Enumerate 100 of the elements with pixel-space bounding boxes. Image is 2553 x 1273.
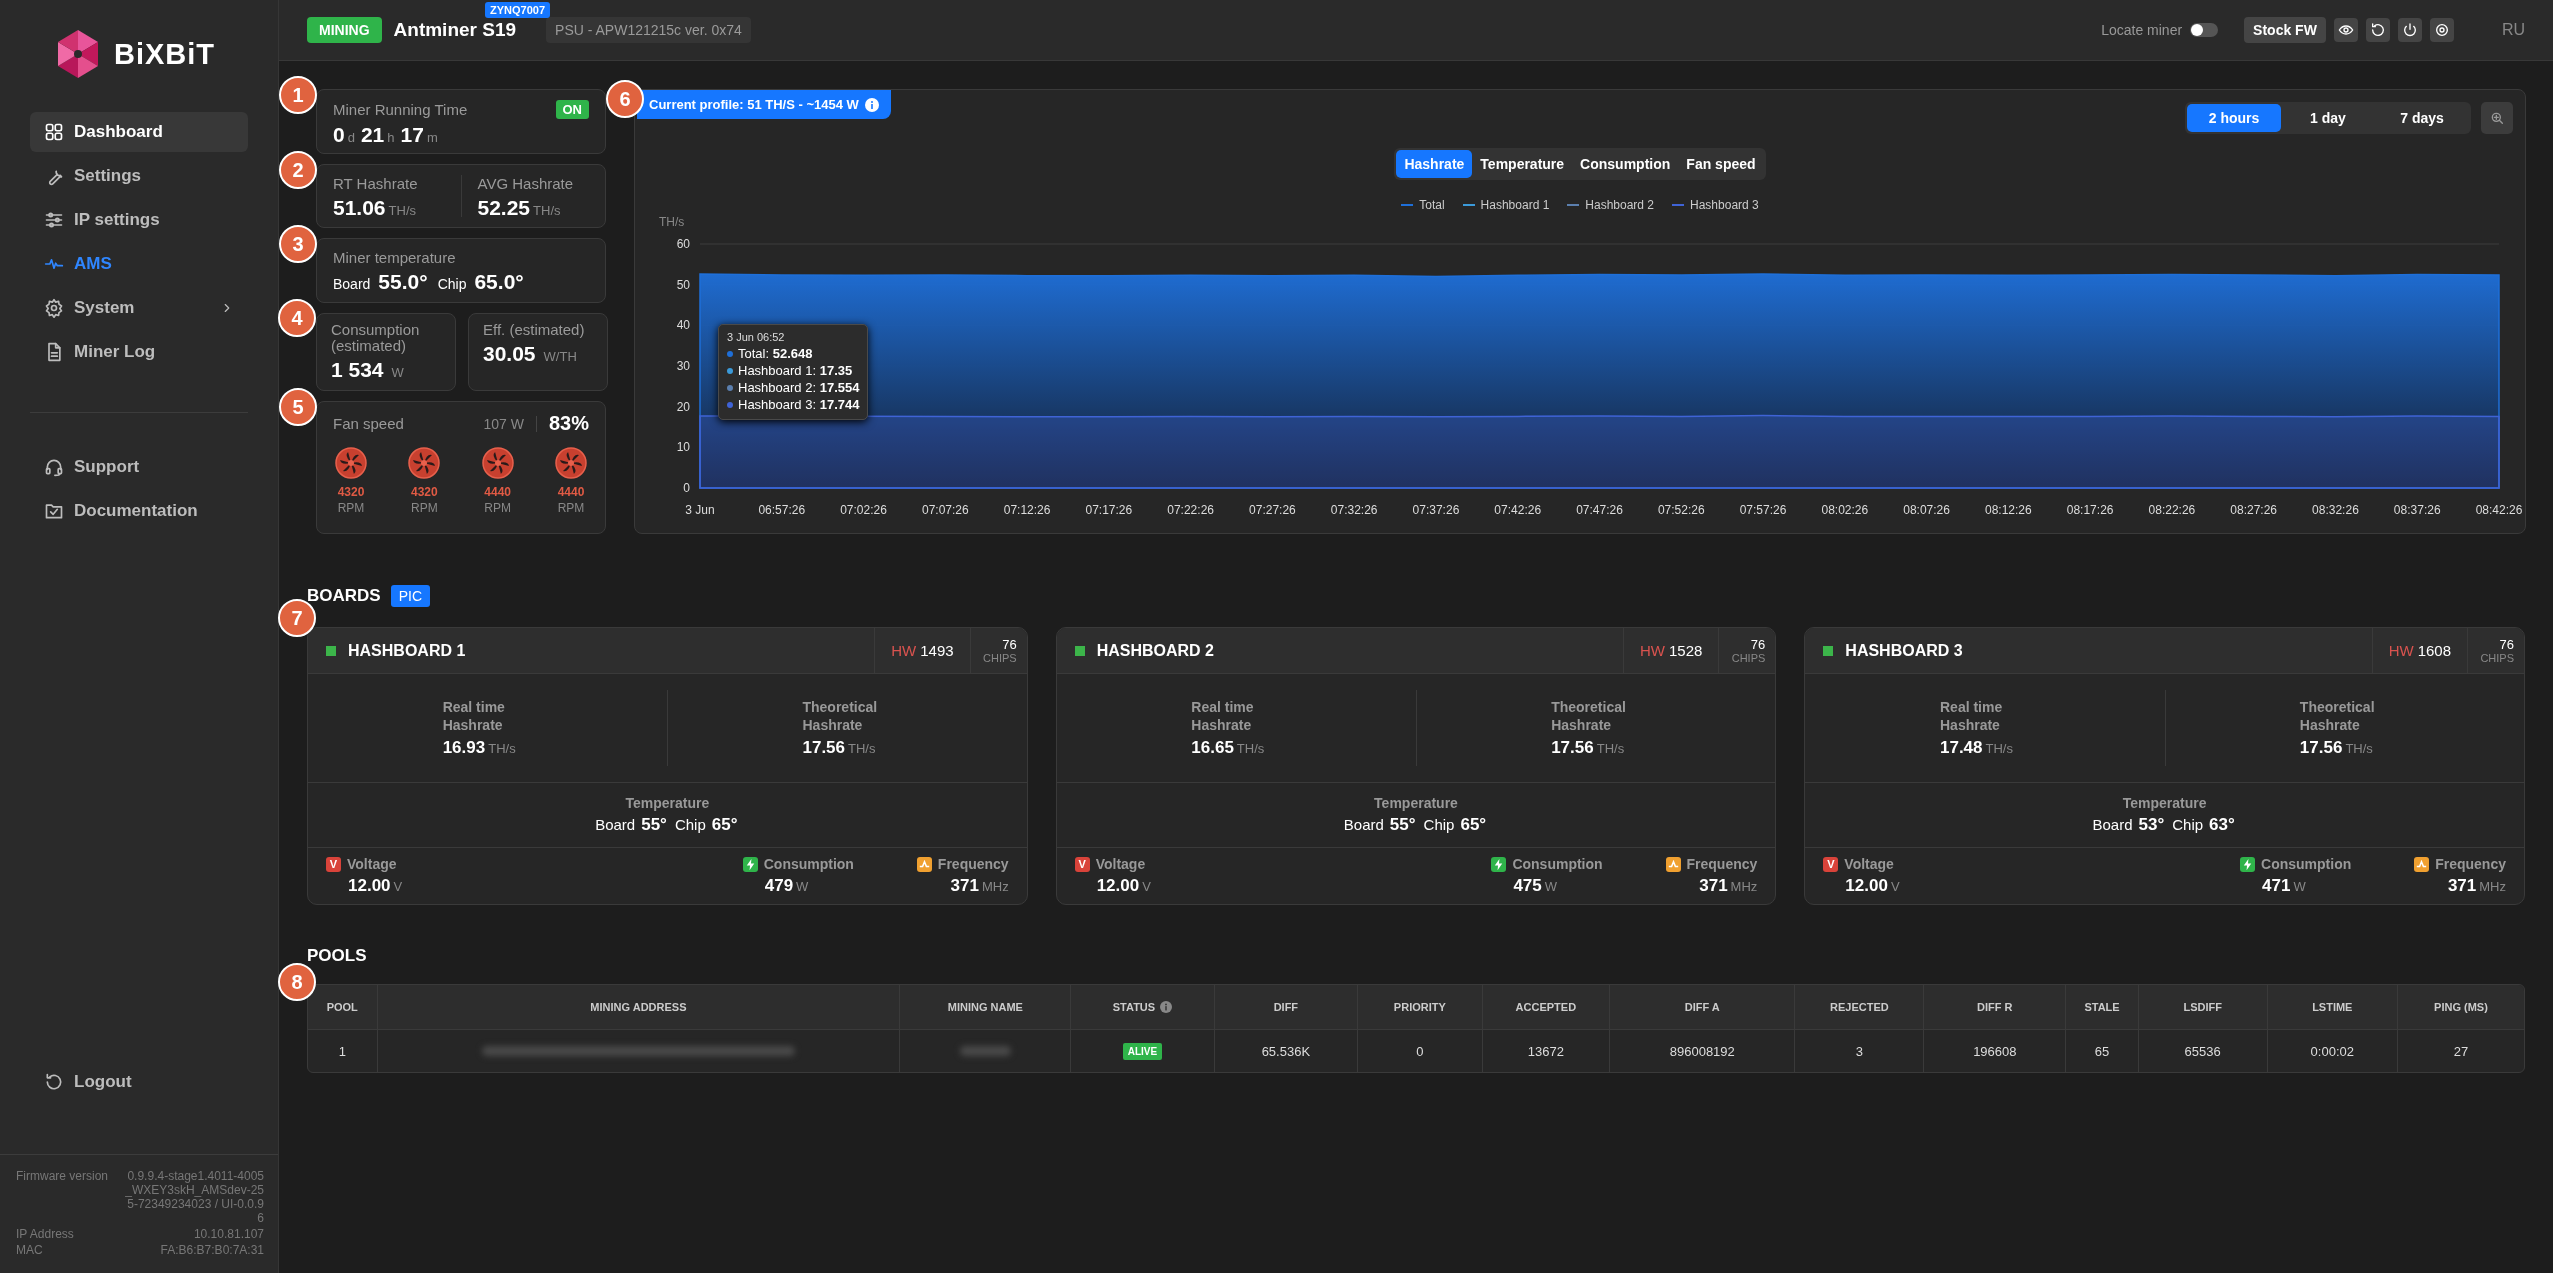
fan-rpm: 4440	[484, 485, 511, 499]
wave-icon	[1665, 856, 1681, 872]
lightning-icon	[742, 856, 758, 872]
metric-value: 371 MHz	[1698, 876, 1758, 896]
range-tab[interactable]: 1 day	[2281, 104, 2375, 132]
metric-label: Frequency	[2435, 856, 2506, 872]
axis-tick: 08:12:26	[1985, 503, 2032, 517]
board-type-badge: ZYNQ7007	[485, 2, 551, 18]
zoom-button[interactable]	[2481, 102, 2513, 134]
metric-value: 12.00 V	[347, 876, 404, 896]
runtime-unit: h	[387, 130, 395, 145]
metric-value: 371 MHz	[949, 876, 1009, 896]
legend-label: Hashboard 1	[1480, 198, 1550, 212]
status-badge: ALIVE	[1122, 1042, 1163, 1060]
info-value: 10.10.81.107	[192, 1227, 264, 1241]
series-dot	[727, 384, 733, 391]
hashrate-unit: TH/s	[533, 203, 561, 218]
table-cell: 27	[2453, 1043, 2469, 1059]
power-button[interactable]	[2397, 18, 2422, 42]
board-name: HASHBOARD 2	[1096, 641, 1214, 660]
chips-label: CHIPS	[1731, 652, 1766, 664]
rpm-unit: RPM	[557, 501, 585, 515]
column-header: LSTIME	[2312, 1001, 2353, 1013]
chip-count: 76	[1750, 637, 1766, 652]
nav-item[interactable]: Miner Log	[30, 332, 248, 372]
metric-label: Voltage	[1844, 856, 1894, 872]
column-header: PING (MS)	[2434, 1001, 2488, 1013]
axis-tick: 08:07:26	[1903, 503, 1950, 517]
restart-button[interactable]	[2365, 18, 2390, 42]
metric-label: Frequency	[1686, 856, 1758, 872]
series-dot	[727, 367, 733, 374]
tooltip-row: Hashboard 2: 17.554	[738, 379, 860, 396]
tooltip-row: Hashboard 3: 17.744	[738, 396, 860, 413]
locate-toggle[interactable]	[2190, 23, 2219, 37]
card-title: Miner Running Time	[333, 101, 468, 118]
metric-tab[interactable]: Fan speed	[1678, 150, 1764, 178]
nav-item[interactable]: IP settings	[30, 200, 248, 240]
temp-label: Chip	[437, 276, 467, 292]
metric-label: Consumption	[763, 856, 854, 872]
headset-icon	[44, 457, 64, 477]
table-cell: 13672	[1527, 1043, 1564, 1059]
table-cell: 65.536K	[1261, 1043, 1311, 1059]
eye-button[interactable]	[2333, 18, 2358, 42]
firmware-button[interactable]: Stock FW	[2244, 17, 2326, 43]
eye-icon	[2337, 22, 2354, 38]
series-dot	[727, 401, 733, 408]
hashrate-value: 16.65 TH/s	[1191, 738, 1266, 758]
metric-tab[interactable]: Temperature	[1472, 150, 1573, 178]
target-button[interactable]	[2429, 18, 2454, 42]
nav-link[interactable]: Documentation	[30, 491, 248, 531]
axis-tick: 07:52:26	[1657, 503, 1705, 517]
language-switch[interactable]: RU	[2501, 21, 2525, 39]
column-header: PRIORITY	[1393, 1001, 1446, 1013]
temp-value: 55°	[1389, 815, 1416, 835]
metric-label: Voltage	[1095, 856, 1146, 872]
axis-tick: 08:22:26	[2148, 503, 2196, 517]
wave-icon	[916, 856, 932, 872]
column-header: DIFF	[1273, 1001, 1299, 1013]
axis-tick: 07:22:26	[1167, 503, 1214, 517]
redacted-text	[959, 1046, 1011, 1056]
table-cell: 0	[1416, 1043, 1424, 1059]
info-label: IP Address	[16, 1227, 75, 1241]
profile-text: Current profile: 51 TH/S - ~1454 W	[649, 97, 859, 112]
table-cell: 3	[1855, 1043, 1864, 1059]
fan-rpm: 4320	[337, 485, 365, 499]
range-tab[interactable]: 2 hours	[2187, 104, 2281, 132]
logout-button[interactable]: Logout	[30, 1062, 248, 1102]
temp-value: 63°	[2209, 815, 2235, 835]
rpm-unit: RPM	[484, 501, 511, 515]
info-label: MAC	[16, 1243, 44, 1257]
axis-tick: 50	[676, 277, 690, 292]
step-number: 4	[278, 299, 316, 337]
metric-tab[interactable]: Hashrate	[1396, 150, 1473, 178]
step-number: 2	[279, 151, 317, 189]
axis-tick: 0	[683, 481, 690, 495]
metric-tab[interactable]: Consumption	[1572, 150, 1679, 178]
nav-item[interactable]: Dashboard	[30, 112, 248, 152]
axis-label: TH/s	[659, 215, 685, 229]
board-name: HASHBOARD 3	[1845, 641, 1963, 660]
voltage-icon: V	[1823, 856, 1839, 872]
power-icon	[2401, 22, 2418, 38]
fan-icon	[408, 447, 441, 479]
table-cell: 896008192	[1669, 1043, 1735, 1059]
axis-tick: 08:37:26	[2393, 503, 2441, 517]
nav-link[interactable]: Support	[30, 447, 248, 487]
tooltip-title: 3 Jun 06:52	[727, 331, 786, 343]
nav-item[interactable]: AMS	[30, 244, 248, 284]
hashrate-label: Theoretical Hashrate	[802, 698, 879, 734]
chip-count: 76	[1002, 637, 1017, 652]
axis-tick: 08:17:26	[2066, 503, 2114, 517]
axis-tick: 3 Jun	[685, 503, 715, 517]
runtime-value: 17	[400, 123, 424, 147]
column-header: MINING NAME	[947, 1001, 1023, 1013]
temp-value: 65.0°	[474, 270, 524, 294]
nav-item[interactable]: System	[30, 288, 248, 328]
range-tab[interactable]: 7 days	[2375, 104, 2469, 132]
fan-power: 107 W	[483, 415, 537, 432]
nav-item[interactable]: Settings	[30, 156, 248, 196]
card-title: Miner temperature	[333, 249, 457, 266]
folder-check-icon	[44, 501, 64, 521]
